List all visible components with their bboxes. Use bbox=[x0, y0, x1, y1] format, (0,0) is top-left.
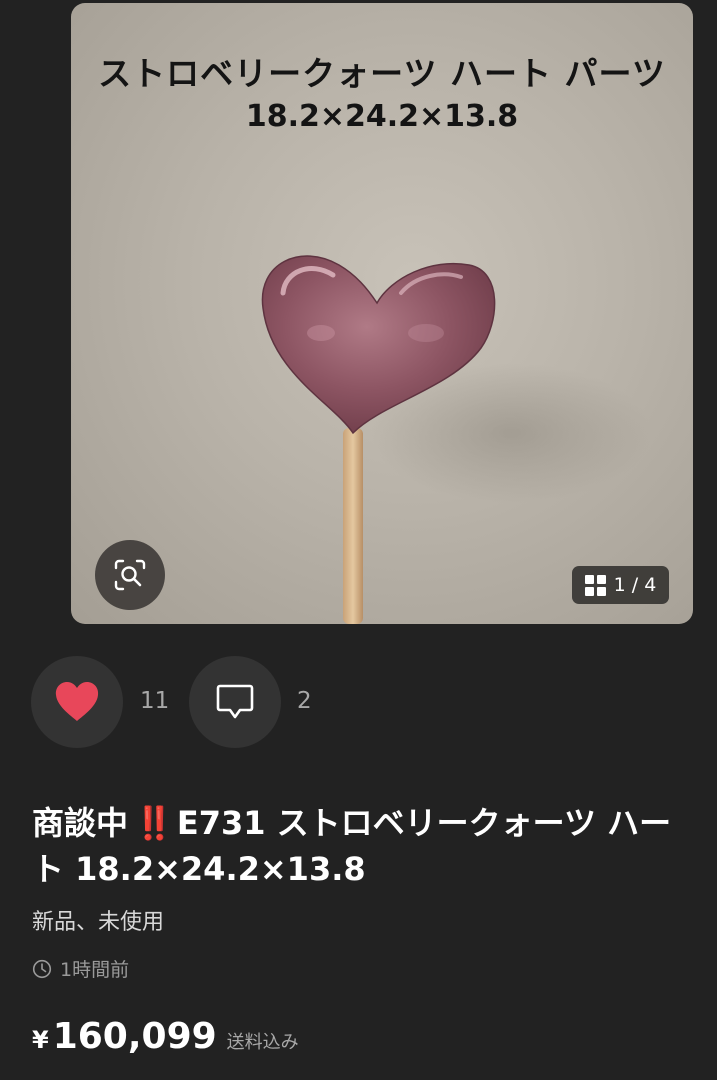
like-button[interactable] bbox=[31, 656, 123, 748]
image-caption-title: ストロベリークォーツ ハート パーツ bbox=[98, 54, 666, 93]
image-counter[interactable]: 1 / 4 bbox=[572, 566, 669, 604]
zoom-scan-icon bbox=[114, 559, 146, 591]
comment-count: 2 bbox=[297, 688, 312, 714]
comment-icon bbox=[216, 684, 254, 719]
shipping-note: 送料込み bbox=[226, 1032, 299, 1053]
item-price: ¥ 160,099 送料込み bbox=[32, 1016, 299, 1057]
zoom-button[interactable] bbox=[95, 540, 165, 610]
posted-time-text: 1時間前 bbox=[60, 959, 130, 981]
product-photo bbox=[261, 255, 651, 624]
status-badge: 商談中 bbox=[32, 804, 129, 842]
alert-mark: ‼️ bbox=[134, 804, 174, 842]
posted-time: 1時間前 bbox=[32, 955, 129, 982]
product-image[interactable]: ストロベリークォーツ ハート パーツ 18.2×24.2×13.8 1 / 4 bbox=[71, 3, 693, 624]
item-detail-page: ストロベリークォーツ ハート パーツ 18.2×24.2×13.8 1 / 4 … bbox=[0, 0, 717, 1080]
grid-icon bbox=[584, 574, 606, 596]
price-currency: ¥ bbox=[32, 1026, 49, 1054]
price-amount: 160,099 bbox=[52, 1016, 217, 1057]
item-title: 商談中 ‼️ E731 ストロベリークォーツ ハート 18.2×24.2×13.8 bbox=[32, 800, 702, 892]
item-condition: 新品、未使用 bbox=[32, 910, 165, 935]
heart-icon bbox=[55, 682, 99, 721]
like-count: 11 bbox=[140, 688, 170, 714]
image-counter-text: 1 / 4 bbox=[613, 574, 657, 596]
image-caption-size: 18.2×24.2×13.8 bbox=[245, 99, 519, 134]
comment-button[interactable] bbox=[189, 656, 281, 748]
clock-icon bbox=[32, 959, 52, 978]
